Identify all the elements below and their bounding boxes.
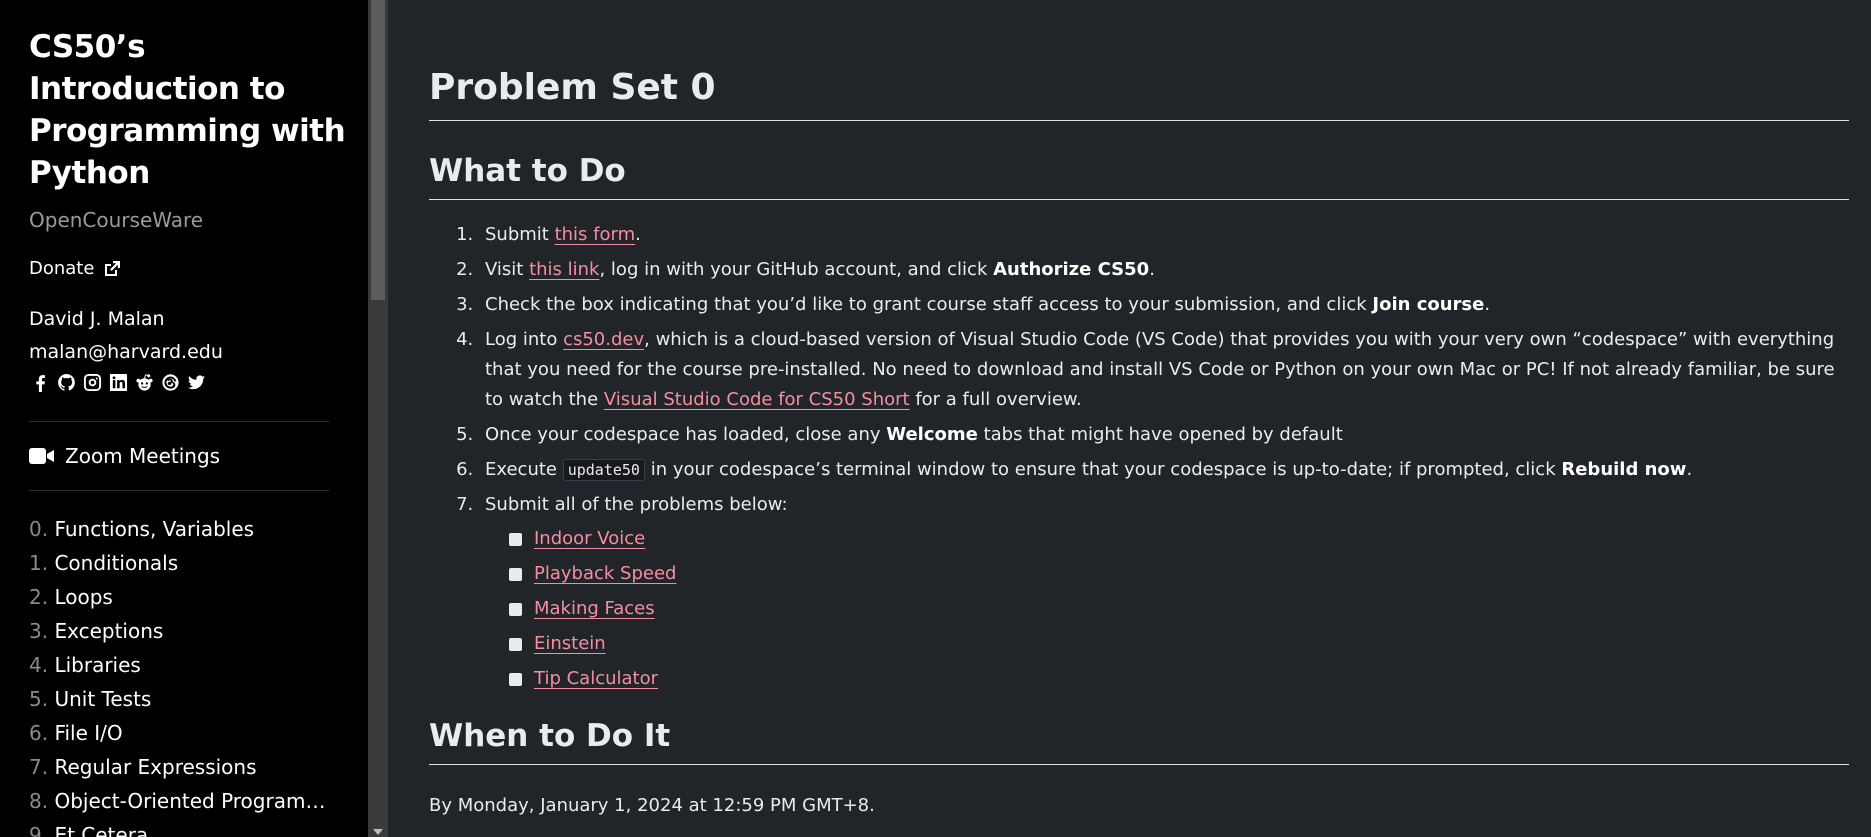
author-email[interactable]: malan@harvard.edu	[29, 336, 368, 369]
rebuild-now-text: Rebuild now	[1561, 459, 1687, 480]
zoom-meetings-label: Zoom Meetings	[65, 444, 221, 468]
instagram-icon[interactable]	[81, 371, 103, 393]
vscode-short-link[interactable]: Visual Studio Code for CS50 Short	[604, 389, 910, 410]
author-block: David J. Malan malan@harvard.edu	[29, 303, 368, 369]
step-5: Once your codespace has loaded, close an…	[479, 420, 1849, 450]
lecture-item-9[interactable]: 9. Et Cetera	[29, 818, 329, 837]
course-title[interactable]: CS50’s Introduction to Programming with …	[29, 26, 349, 194]
linkedin-icon[interactable]	[107, 371, 129, 393]
reddit-icon[interactable]	[133, 371, 155, 393]
step-7: Submit all of the problems below: Indoor…	[479, 490, 1849, 694]
problem-checkbox[interactable]	[509, 567, 522, 581]
author-name: David J. Malan	[29, 308, 165, 330]
facebook-icon[interactable]	[29, 371, 51, 393]
step-4: Log into cs50.dev, which is a cloud-base…	[479, 325, 1849, 415]
step-2: Visit this link, log in with your GitHub…	[479, 255, 1849, 285]
problem-checkbox[interactable]	[509, 532, 522, 546]
donate-link[interactable]: Donate	[29, 258, 368, 279]
problem-link-indoor-voice[interactable]: Indoor Voice	[534, 524, 645, 554]
sidebar-divider	[29, 490, 329, 491]
problem-link-making-faces[interactable]: Making Faces	[534, 594, 655, 624]
main-content: Problem Set 0 What to Do Submit this for…	[429, 0, 1849, 816]
page-title: Problem Set 0	[429, 67, 1849, 121]
scroll-down-arrow-icon[interactable]	[373, 829, 383, 835]
due-date-text: By Monday, January 1, 2024 at 12:59 PM G…	[429, 795, 875, 816]
problem-checkbox[interactable]	[509, 602, 522, 616]
this-link-link[interactable]: this link	[529, 259, 599, 280]
threads-icon[interactable]	[159, 371, 181, 393]
lecture-item-0[interactable]: 0. Functions, Variables	[29, 512, 329, 546]
step-6: Execute update50 in your codespace’s ter…	[479, 455, 1849, 485]
lecture-item-7[interactable]: 7. Regular Expressions	[29, 750, 329, 784]
lecture-item-2[interactable]: 2. Loops	[29, 580, 329, 614]
twitter-icon[interactable]	[185, 371, 207, 393]
this-form-link[interactable]: this form	[555, 224, 636, 245]
problem-item: Playback Speed	[509, 559, 1849, 589]
sidebar: CS50’s Introduction to Programming with …	[0, 0, 368, 837]
problem-item: Indoor Voice	[509, 524, 1849, 554]
github-icon[interactable]	[55, 371, 77, 393]
donate-label: Donate	[29, 258, 95, 279]
external-link-icon	[105, 260, 121, 276]
problem-link-playback-speed[interactable]: Playback Speed	[534, 559, 676, 589]
problem-item: Einstein	[509, 629, 1849, 659]
social-links	[29, 371, 368, 393]
lecture-item-3[interactable]: 3. Exceptions	[29, 614, 329, 648]
problem-item: Making Faces	[509, 594, 1849, 624]
problem-checkbox[interactable]	[509, 672, 522, 686]
sidebar-scrollbar[interactable]	[368, 0, 388, 837]
lecture-list: 0. Functions, Variables 1. Conditionals …	[29, 512, 368, 837]
zoom-meetings-link[interactable]: Zoom Meetings	[29, 444, 368, 468]
sidebar-divider	[29, 421, 329, 422]
problem-list: Indoor Voice Playback Speed Making Faces…	[509, 524, 1849, 694]
when-to-do-it-heading: When to Do It	[429, 718, 1849, 765]
lecture-item-6[interactable]: 6. File I/O	[29, 716, 329, 750]
problem-link-einstein[interactable]: Einstein	[534, 629, 606, 659]
problem-link-tip-calculator[interactable]: Tip Calculator	[534, 664, 658, 694]
steps-list: Submit this form. Visit this link, log i…	[479, 220, 1849, 694]
lecture-item-1[interactable]: 1. Conditionals	[29, 546, 329, 580]
welcome-text: Welcome	[886, 424, 978, 445]
opencourseware-label: OpenCourseWare	[29, 208, 204, 232]
video-camera-icon	[29, 448, 54, 464]
step-1: Submit this form.	[479, 220, 1849, 250]
what-to-do-heading: What to Do	[429, 153, 1849, 200]
lecture-item-8[interactable]: 8. Object-Oriented Programming	[29, 784, 329, 818]
step-3: Check the box indicating that you’d like…	[479, 290, 1849, 320]
update50-command: update50	[562, 459, 645, 481]
lecture-item-5[interactable]: 5. Unit Tests	[29, 682, 329, 716]
authorize-cs50-text: Authorize CS50	[993, 259, 1150, 280]
scrollbar-thumb[interactable]	[371, 0, 385, 300]
problem-checkbox[interactable]	[509, 637, 522, 651]
cs50-dev-link[interactable]: cs50.dev	[563, 329, 644, 350]
lecture-item-4[interactable]: 4. Libraries	[29, 648, 329, 682]
problem-item: Tip Calculator	[509, 664, 1849, 694]
join-course-text: Join course	[1372, 294, 1485, 315]
